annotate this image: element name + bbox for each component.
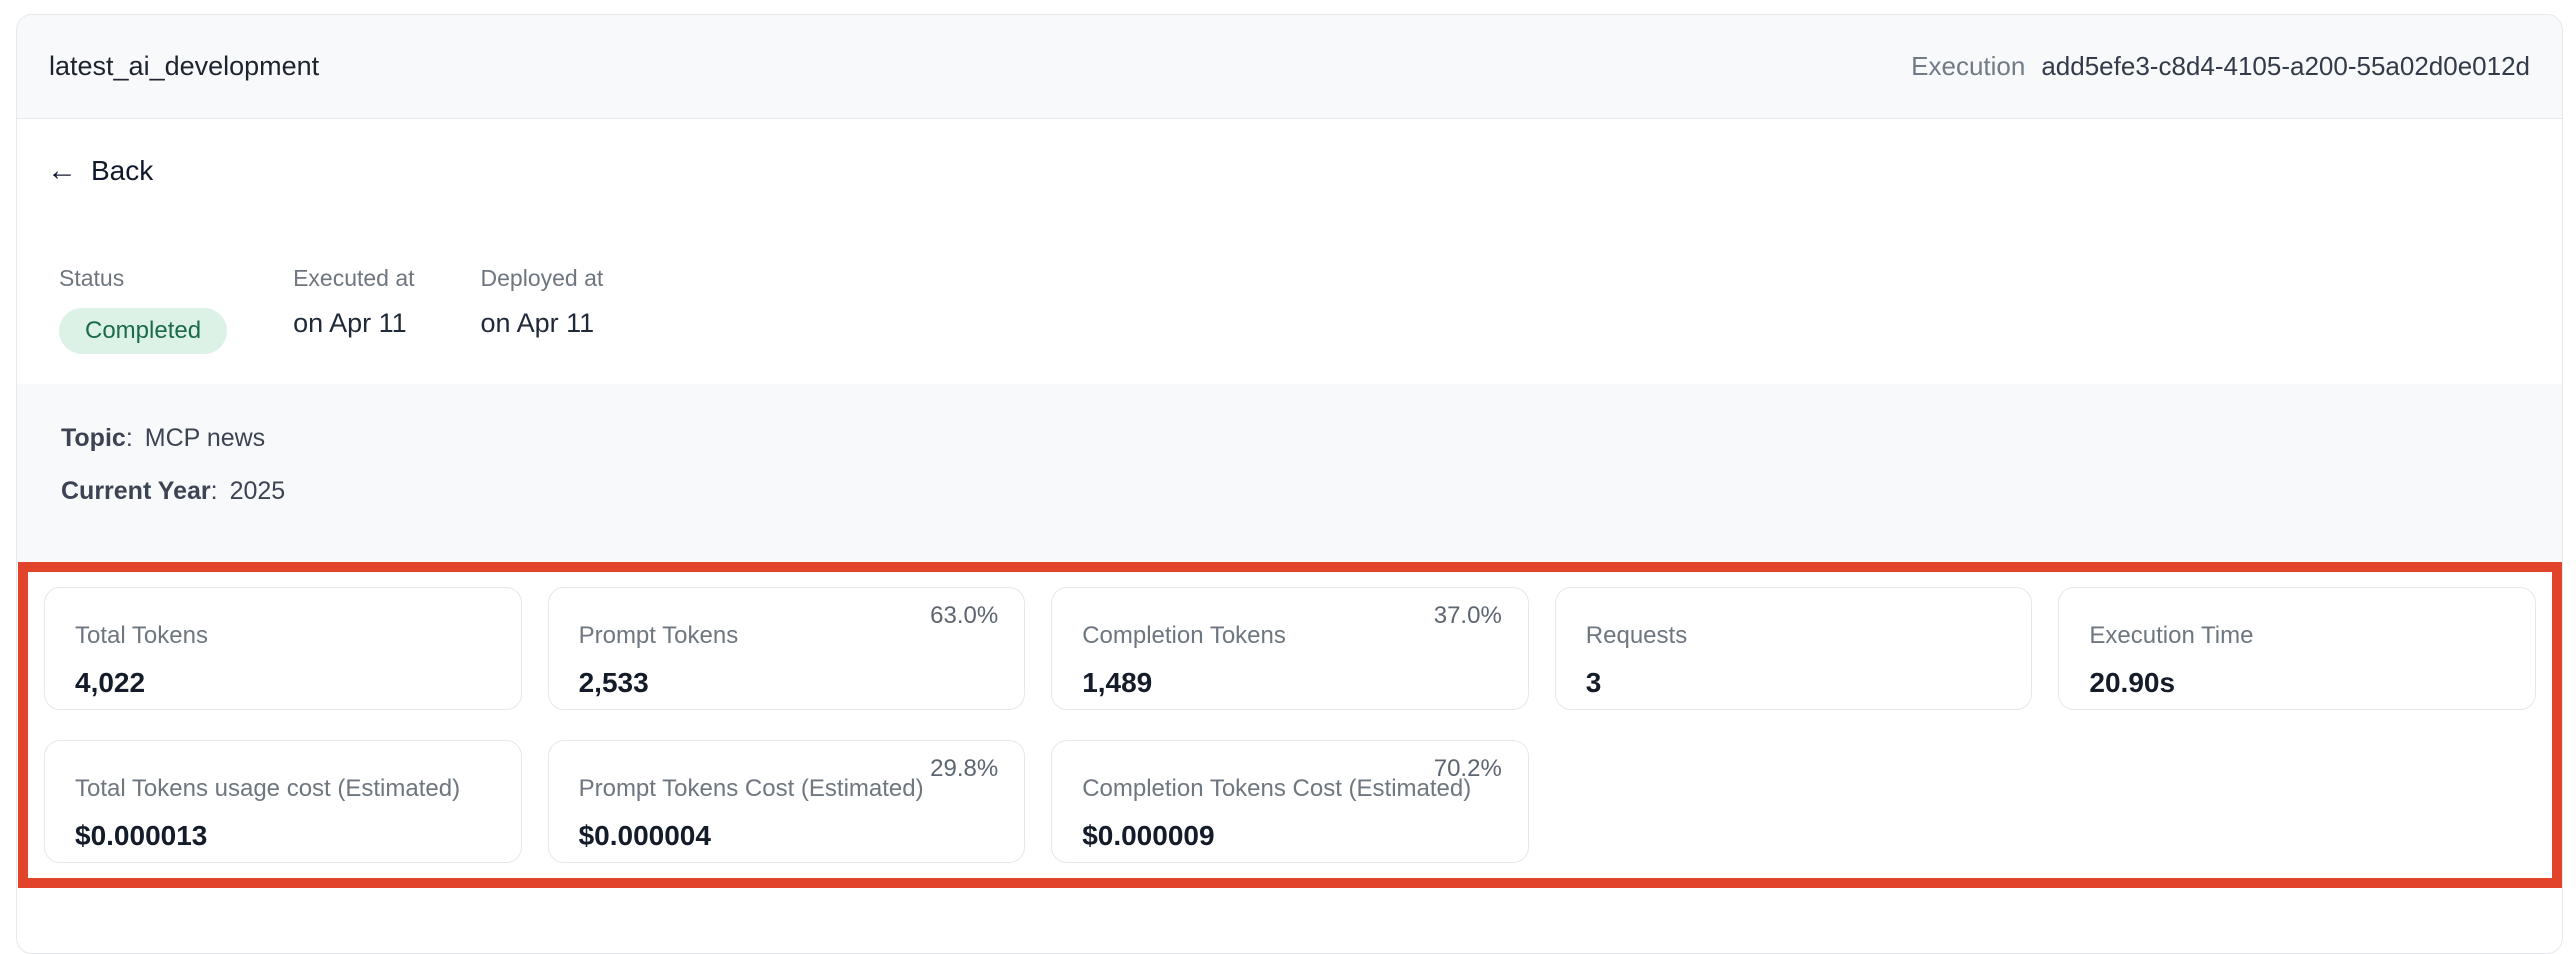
- status-badge: Completed: [59, 308, 227, 354]
- metric-value: 2,533: [579, 667, 995, 699]
- metric-card-requests: Requests 3: [1555, 587, 2033, 710]
- metric-card-prompt-tokens-cost: 29.8% Prompt Tokens Cost (Estimated) $0.…: [548, 740, 1026, 863]
- metric-value: 4,022: [75, 667, 491, 699]
- metric-value: 3: [1586, 667, 2002, 699]
- status-label: Status: [59, 265, 227, 292]
- back-arrow-icon: ←: [47, 156, 77, 186]
- status-column: Status Completed: [59, 265, 227, 354]
- metric-label: Total Tokens usage cost (Estimated): [75, 775, 491, 804]
- input-topic: Topic: MCP news: [61, 424, 2518, 453]
- inputs-section: Topic:MCP news Current Year:2025: [17, 384, 2562, 563]
- deployed-at-column: Deployed at on Apr 11: [481, 265, 604, 354]
- back-button[interactable]: ← Back: [47, 155, 153, 187]
- annotation-highlight-rectangle: Total Tokens 4,022 63.0% Prompt Tokens 2…: [18, 562, 2562, 888]
- metric-percentage: 29.8%: [930, 755, 998, 783]
- executed-at-column: Executed at on Apr 11: [293, 265, 414, 354]
- metric-value: $0.000013: [75, 820, 491, 852]
- executed-at-value: on Apr 11: [293, 308, 414, 339]
- metric-label: Requests: [1586, 622, 2002, 651]
- crew-title: latest_ai_development: [49, 51, 319, 82]
- metric-card-completion-tokens-cost: 70.2% Completion Tokens Cost (Estimated)…: [1051, 740, 1529, 863]
- input-current-year: Current Year:2025: [61, 477, 2518, 506]
- header-bar: latest_ai_development Execution add5efe3…: [17, 15, 2562, 119]
- metric-value: $0.000004: [579, 820, 995, 852]
- metric-percentage: 37.0%: [1434, 602, 1502, 630]
- metric-card-completion-tokens: 37.0% Completion Tokens 1,489: [1051, 587, 1529, 710]
- metric-card-prompt-tokens: 63.0% Prompt Tokens 2,533: [548, 587, 1026, 710]
- metric-value: 20.90s: [2089, 667, 2505, 699]
- execution-id: add5efe3-c8d4-4105-a200-55a02d0e012d: [2041, 51, 2530, 82]
- run-info-row: Status Completed Executed at on Apr 11 D…: [59, 265, 603, 354]
- executed-at-label: Executed at: [293, 265, 414, 292]
- metric-value: $0.000009: [1082, 820, 1498, 852]
- execution-info: Execution add5efe3-c8d4-4105-a200-55a02d…: [1911, 51, 2530, 82]
- metric-value: 1,489: [1082, 667, 1498, 699]
- metric-percentage: 63.0%: [930, 602, 998, 630]
- topic-label: Topic: [61, 424, 126, 452]
- metric-card-total-tokens-cost: Total Tokens usage cost (Estimated) $0.0…: [44, 740, 522, 863]
- current-year-separator: :: [211, 477, 218, 505]
- topic-separator: :: [126, 424, 133, 452]
- back-label: Back: [91, 155, 153, 187]
- metric-percentage: 70.2%: [1434, 755, 1502, 783]
- metric-card-total-tokens: Total Tokens 4,022: [44, 587, 522, 710]
- metric-label: Total Tokens: [75, 622, 491, 651]
- deployed-at-label: Deployed at: [481, 265, 604, 292]
- current-year-value: 2025: [230, 477, 286, 505]
- metrics-grid: Total Tokens 4,022 63.0% Prompt Tokens 2…: [28, 572, 2552, 878]
- execution-label: Execution: [1911, 51, 2025, 82]
- topic-value: MCP news: [145, 424, 265, 452]
- deployed-at-value: on Apr 11: [481, 308, 604, 339]
- metric-label: Execution Time: [2089, 622, 2505, 651]
- current-year-label: Current Year: [61, 477, 211, 505]
- metric-card-execution-time: Execution Time 20.90s: [2058, 587, 2536, 710]
